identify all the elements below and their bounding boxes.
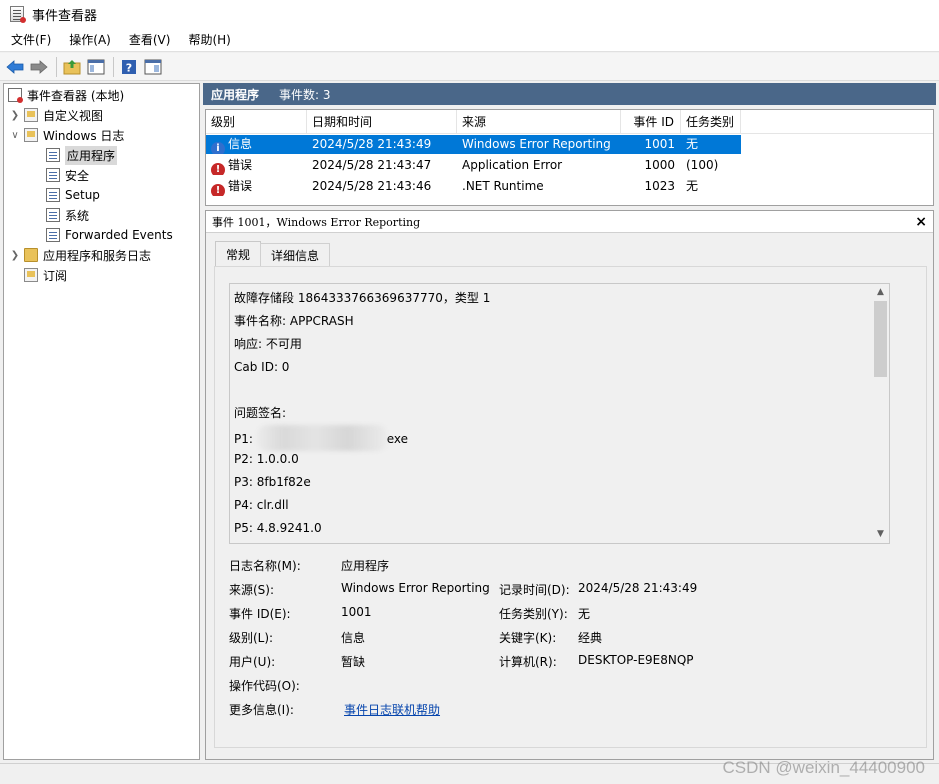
- description-line: Cab ID: 0: [234, 360, 290, 374]
- general-tab-panel: 故障存储段 1864333766369637770，类型 1 事件名称: APP…: [214, 266, 927, 748]
- log-header: 应用程序 事件数: 3: [203, 83, 936, 105]
- tree-item-custom-views[interactable]: ❯ 自定义视图: [4, 105, 199, 125]
- menu-bar: 文件(F) 操作(A) 查看(V) 帮助(H): [0, 28, 939, 52]
- tree-item-application[interactable]: 应用程序: [4, 145, 199, 165]
- window-title: 事件查看器: [32, 8, 98, 24]
- detail-tabs: 常规 详细信息: [215, 241, 331, 267]
- description-line: P2: 1.0.0.0: [234, 452, 299, 466]
- toolbar: ?: [0, 53, 939, 81]
- show-hide-tree-icon[interactable]: [85, 56, 107, 78]
- event-row[interactable]: ! 错误 2024/5/28 21:43:47 Application Error…: [206, 155, 933, 176]
- event-detail-pane: 事件 1001，Windows Error Reporting × 常规 详细信…: [205, 210, 934, 760]
- subscriptions-icon: [24, 268, 38, 282]
- log-icon: [46, 228, 60, 242]
- event-row[interactable]: ! 错误 2024/5/28 21:43:46 .NET Runtime 1023…: [206, 176, 933, 197]
- custom-views-icon: [24, 108, 38, 122]
- description-line: 故障存储段 1864333766369637770，类型 1: [234, 291, 491, 305]
- windows-logs-icon: [24, 128, 38, 142]
- up-folder-icon[interactable]: [61, 56, 83, 78]
- help-icon[interactable]: ?: [118, 56, 140, 78]
- close-icon[interactable]: ×: [915, 214, 927, 230]
- info-icon: i: [211, 142, 225, 154]
- error-icon: !: [211, 184, 225, 196]
- tree-item-app-service-logs[interactable]: ❯ 应用程序和服务日志: [4, 245, 199, 265]
- log-icon: [46, 208, 60, 222]
- tree-item-root[interactable]: 事件查看器 (本地): [4, 85, 199, 105]
- forward-arrow-icon[interactable]: [28, 56, 50, 78]
- log-icon: [46, 148, 60, 162]
- tab-details[interactable]: 详细信息: [260, 243, 331, 267]
- column-source[interactable]: 来源: [457, 110, 621, 133]
- menu-file[interactable]: 文件(F): [0, 28, 58, 52]
- detail-title: 事件 1001，Windows Error Reporting: [212, 215, 421, 229]
- column-datetime[interactable]: 日期和时间: [307, 110, 457, 133]
- chevron-right-icon[interactable]: ❯: [10, 250, 20, 261]
- log-icon: [46, 188, 60, 202]
- tree-item-setup[interactable]: Setup: [4, 185, 199, 205]
- watermark: CSDN @weixin_44400900: [722, 758, 925, 777]
- scroll-thumb[interactable]: [874, 301, 887, 377]
- scroll-up-icon[interactable]: ▲: [872, 284, 889, 301]
- redacted-blur: [256, 425, 387, 451]
- column-task-category[interactable]: 任务类别: [681, 110, 741, 133]
- description-scrollbar[interactable]: ▲ ▼: [872, 284, 889, 543]
- detail-title-bar: 事件 1001，Windows Error Reporting ×: [206, 211, 933, 233]
- column-level[interactable]: 级别: [206, 110, 307, 133]
- tree-item-windows-logs[interactable]: ∨ Windows 日志: [4, 125, 199, 145]
- chevron-right-icon[interactable]: ❯: [10, 110, 20, 121]
- event-count: 事件数: 3: [279, 87, 331, 102]
- event-list-header: 级别 日期和时间 来源 事件 ID 任务类别: [206, 110, 933, 134]
- chevron-down-icon[interactable]: ∨: [10, 130, 20, 141]
- title-bar: 事件查看器: [0, 0, 939, 28]
- event-viewer-icon: [10, 6, 26, 23]
- menu-help[interactable]: 帮助(H): [177, 28, 237, 52]
- event-description[interactable]: 故障存储段 1864333766369637770，类型 1 事件名称: APP…: [229, 283, 890, 544]
- navigation-tree: 事件查看器 (本地) ❯ 自定义视图 ∨ Windows 日志 应用程序 安全 …: [3, 83, 200, 760]
- description-line: P3: 8fb1f82e: [234, 475, 311, 489]
- tab-general[interactable]: 常规: [215, 241, 262, 267]
- description-line: 事件名称: APPCRASH: [234, 314, 354, 328]
- description-line: 响应: 不可用: [234, 337, 302, 351]
- online-help-link[interactable]: 事件日志联机帮助: [344, 701, 440, 718]
- event-row[interactable]: i 信息 2024/5/28 21:43:49 Windows Error Rep…: [206, 134, 933, 155]
- tree-item-subscriptions[interactable]: 订阅: [4, 265, 199, 285]
- menu-action[interactable]: 操作(A): [58, 28, 118, 52]
- folder-icon: [24, 248, 38, 262]
- scroll-down-icon[interactable]: ▼: [872, 526, 889, 543]
- properties-icon[interactable]: [142, 56, 164, 78]
- event-viewer-icon: [8, 88, 23, 103]
- tree-item-security[interactable]: 安全: [4, 165, 199, 185]
- log-title: 应用程序: [211, 87, 260, 102]
- toolbar-separator: [113, 56, 114, 77]
- description-line: P4: clr.dll: [234, 498, 289, 512]
- description-line-p1: P1: exe: [234, 425, 870, 451]
- column-event-id[interactable]: 事件 ID: [621, 110, 681, 133]
- error-icon: !: [211, 163, 225, 175]
- log-icon: [46, 168, 60, 182]
- toolbar-separator: [56, 56, 57, 77]
- tree-item-forwarded-events[interactable]: Forwarded Events: [4, 225, 199, 245]
- back-arrow-icon[interactable]: [4, 56, 26, 78]
- description-line: P5: 4.8.9241.0: [234, 521, 322, 535]
- description-line: 问题签名:: [234, 406, 287, 420]
- description-blank-line: [234, 379, 870, 402]
- svg-text:?: ?: [126, 61, 132, 74]
- tree-item-system[interactable]: 系统: [4, 205, 199, 225]
- event-list: 级别 日期和时间 来源 事件 ID 任务类别 i 信息 2024/5/28 21:…: [205, 109, 934, 206]
- menu-view[interactable]: 查看(V): [118, 28, 178, 52]
